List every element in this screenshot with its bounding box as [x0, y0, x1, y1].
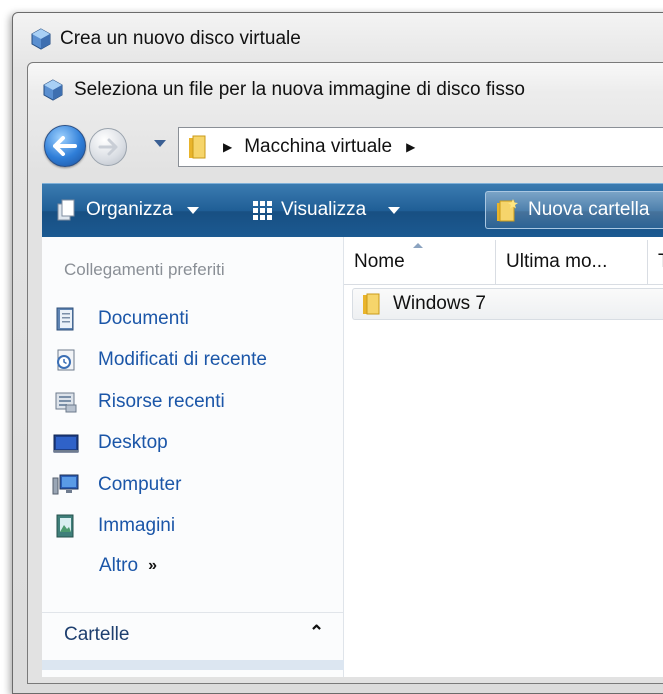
favorites-heading: Collegamenti preferiti: [64, 260, 225, 279]
sidebar-item-label: Computer: [98, 474, 182, 495]
virtualbox-icon: [31, 28, 51, 50]
documents-icon: [56, 307, 74, 331]
view-button[interactable]: Visualizza: [251, 194, 401, 226]
breadcrumb-separator-icon[interactable]: ▶: [406, 140, 415, 154]
pictures-icon: [56, 514, 74, 538]
column-header-type[interactable]: T: [648, 240, 663, 284]
sidebar-item-label: Modificati di recente: [98, 349, 267, 370]
new-folder-label: Nuova cartella: [528, 199, 650, 220]
more-links-button[interactable]: Altro »: [99, 555, 157, 577]
header-divider: [344, 284, 663, 285]
chevron-up-icon[interactable]: ⌃: [309, 622, 324, 643]
arrow-left-icon: [53, 136, 77, 156]
organize-button[interactable]: Organizza: [56, 194, 199, 226]
outer-window-title: Crea un nuovo disco virtuale: [60, 28, 301, 49]
new-folder-icon: [497, 199, 518, 222]
address-bar[interactable]: ▶ Macchina virtuale ▶: [178, 127, 663, 167]
column-header-label: Nome: [354, 251, 405, 272]
file-name: Windows 7: [393, 293, 486, 314]
outer-window-titlebar: Crea un nuovo disco virtuale: [30, 26, 301, 52]
dialog-titlebar: Seleziona un file per la nuova immagine …: [42, 76, 525, 104]
chevron-down-icon: [186, 206, 199, 214]
command-toolbar: Organizza Visualizza Nuova cartella: [42, 183, 663, 239]
sidebar-item-computer[interactable]: Computer: [52, 470, 181, 500]
dialog-title: Seleziona un file per la nuova immagine …: [74, 79, 525, 100]
column-header-label: T: [658, 251, 663, 273]
recent-changes-icon: [57, 349, 75, 371]
breadcrumb-separator-icon[interactable]: ▶: [223, 140, 232, 154]
sidebar-item-label: Documenti: [98, 308, 189, 329]
column-header-last-modified[interactable]: Ultima mo...: [496, 240, 648, 284]
back-button[interactable]: [44, 125, 86, 167]
desktop-icon: [53, 434, 79, 453]
sidebar-item-documenti[interactable]: Documenti: [52, 304, 189, 334]
sidebar-item-label: Immagini: [98, 515, 176, 536]
new-folder-content: Nuova cartella: [494, 194, 649, 226]
sidebar-item-modificati-di-recente[interactable]: Modificati di recente: [52, 345, 267, 375]
sidebar-item-immagini[interactable]: Immagini: [52, 511, 175, 541]
folder-icon: [189, 135, 206, 159]
sidebar-item-risorse-recenti[interactable]: Risorse recenti: [52, 387, 225, 417]
virtualbox-icon: [43, 79, 63, 101]
organize-icon: [57, 199, 75, 221]
more-label: Altro: [99, 555, 139, 576]
view-label: Visualizza: [281, 199, 367, 220]
folders-label: Cartelle: [64, 624, 130, 645]
arrow-right-icon: [98, 138, 118, 156]
double-chevron-right-icon: »: [148, 557, 157, 574]
forward-button[interactable]: [89, 128, 127, 166]
view-grid-icon: [253, 201, 272, 220]
sidebar-item-desktop[interactable]: Desktop: [52, 428, 168, 458]
list-item[interactable]: Windows 7: [352, 288, 663, 320]
folder-icon: [363, 293, 380, 315]
computer-icon: [52, 474, 79, 495]
breadcrumb-macchina-virtuale[interactable]: Macchina virtuale: [244, 136, 392, 158]
chevron-down-icon: [388, 206, 401, 214]
recent-resources-icon: [55, 392, 77, 413]
sort-ascending-icon: [413, 243, 423, 248]
sidebar-item-label: Desktop: [98, 432, 168, 453]
sidebar-item-label: Risorse recenti: [98, 391, 225, 412]
column-header-label: Ultima mo...: [506, 251, 608, 272]
history-dropdown-icon[interactable]: [154, 140, 166, 147]
organize-label: Organizza: [86, 199, 173, 220]
